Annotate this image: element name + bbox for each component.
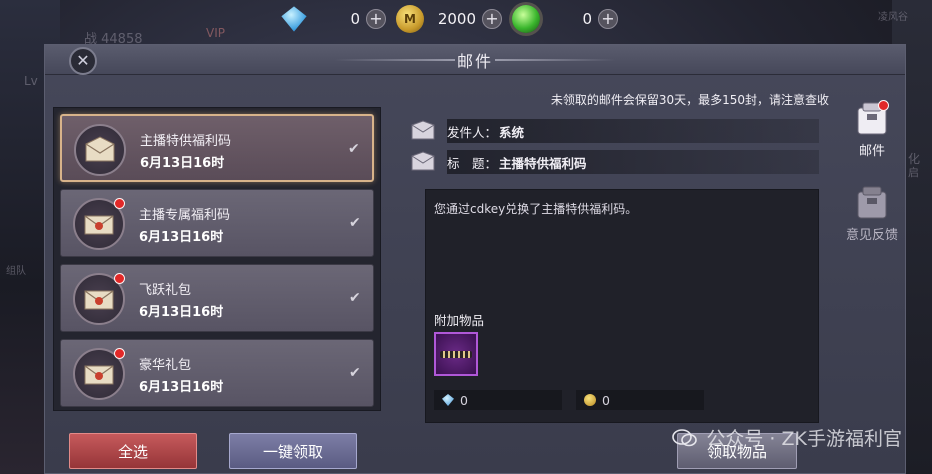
right-hud-text-2: 启 — [908, 166, 919, 179]
unread-dot — [114, 348, 125, 359]
subject-emblem-icon — [409, 150, 437, 174]
subject-row: 标 题： 主播特供福利码 — [409, 149, 819, 175]
sender-row: 发件人： 系统 — [409, 118, 819, 144]
sender-label: 发件人： — [447, 124, 498, 140]
mail-title: 主播专属福利码 — [139, 208, 231, 223]
sender-field: 发件人： 系统 — [447, 119, 819, 143]
mail-message: 您通过cdkey兑换了主播特供福利码。 — [434, 202, 638, 216]
sealed-envelope-icon — [73, 273, 125, 325]
feedback-box-icon — [855, 184, 889, 220]
attachment-item-icon — [440, 350, 472, 358]
mail-window: ✕ 邮件 主播特供福利码 6月13日16时 ✔ 主播专属福利码 6月13日16时… — [44, 44, 906, 474]
tab-feedback[interactable]: 意见反馈 — [842, 184, 902, 243]
diamond-currency: 0 + — [280, 5, 386, 33]
envelope-icon — [74, 124, 126, 176]
mail-item[interactable]: 飞跃礼包 6月13日16时 ✔ — [60, 264, 374, 332]
title-ornament-right — [495, 59, 615, 61]
title-ornament-left — [335, 59, 455, 61]
tab-mail-label: 邮件 — [858, 144, 885, 159]
watermark-text: 公众号 · ZK手游福利官 — [706, 428, 902, 450]
wechat-icon — [672, 428, 698, 446]
claim-all-button[interactable]: 一键领取 — [229, 433, 357, 469]
coin-reward: 0 — [576, 390, 704, 410]
read-check-icon: ✔ — [348, 141, 360, 157]
orb-currency: 0 + — [512, 5, 618, 33]
currency-bar: 0 + M 2000 + 0 + — [280, 4, 628, 34]
gold-currency: M 2000 + — [396, 5, 502, 33]
sender-emblem-icon — [409, 119, 437, 143]
level-text: Lv — [24, 74, 38, 88]
gold-value: 2000 — [437, 10, 476, 28]
orb-value: 0 — [582, 10, 592, 28]
retention-notice: 未领取的邮件会保留30天，最多150封，请注意查收 — [550, 93, 829, 107]
green-orb-icon — [512, 5, 540, 33]
mail-tab-badge — [878, 100, 889, 111]
sealed-envelope-icon — [73, 348, 125, 400]
mail-date: 6月13日16时 — [140, 156, 225, 171]
add-orb-button[interactable]: + — [598, 9, 618, 29]
read-check-icon: ✔ — [349, 290, 361, 306]
attachment-item[interactable] — [434, 332, 478, 376]
mail-item[interactable]: 豪华礼包 6月13日16时 ✔ — [60, 339, 374, 407]
mailbox-icon — [855, 100, 889, 136]
mail-title: 主播特供福利码 — [140, 134, 232, 149]
vip-badge: VIP — [206, 26, 225, 40]
sealed-envelope-icon — [73, 198, 125, 250]
tab-feedback-label: 意见反馈 — [845, 228, 898, 243]
mail-list: 主播特供福利码 6月13日16时 ✔ 主播专属福利码 6月13日16时 ✔ 飞跃… — [53, 107, 381, 411]
mail-date: 6月13日16时 — [139, 305, 224, 320]
window-titlebar: ✕ 邮件 — [45, 45, 905, 75]
sender-value: 系统 — [499, 124, 525, 140]
diamond-value: 0 — [350, 10, 360, 28]
read-check-icon: ✔ — [349, 365, 361, 381]
attachments-title: 附加物品 — [434, 313, 485, 328]
add-diamond-button[interactable]: + — [366, 9, 386, 29]
mail-title: 飞跃礼包 — [139, 283, 192, 298]
gold-coin-icon — [584, 394, 596, 406]
unread-dot — [114, 198, 125, 209]
unread-dot — [114, 273, 125, 284]
mail-date: 6月13日16时 — [139, 230, 224, 245]
mail-date: 6月13日16时 — [139, 380, 224, 395]
mail-title: 豪华礼包 — [139, 358, 192, 373]
close-button[interactable]: ✕ — [69, 47, 97, 75]
diamond-icon — [281, 6, 307, 32]
subject-value: 主播特供福利码 — [499, 155, 587, 171]
read-check-icon: ✔ — [349, 215, 361, 231]
tab-mail[interactable]: 邮件 — [842, 100, 902, 159]
diamond-reward: 0 — [434, 390, 562, 410]
mail-item[interactable]: 主播专属福利码 6月13日16时 ✔ — [60, 189, 374, 257]
zone-name: 凌风谷 — [878, 12, 908, 23]
subject-label: 标 题： — [447, 155, 498, 171]
coin-reward-value: 0 — [602, 392, 610, 408]
mail-item[interactable]: 主播特供福利码 6月13日16时 ✔ — [60, 114, 374, 182]
add-gold-button[interactable]: + — [482, 9, 502, 29]
team-label: 组队 — [6, 266, 26, 277]
subject-field: 标 题： 主播特供福利码 — [447, 150, 819, 174]
select-all-button[interactable]: 全选 — [69, 433, 197, 469]
window-title: 邮件 — [456, 51, 493, 71]
diamond-reward-value: 0 — [460, 392, 468, 408]
watermark: 公众号 · ZK手游福利官 — [672, 424, 902, 451]
gold-coin-icon: M — [396, 5, 424, 33]
diamond-icon — [442, 394, 454, 406]
mail-body: 您通过cdkey兑换了主播特供福利码。 附加物品 0 0 — [425, 189, 819, 423]
